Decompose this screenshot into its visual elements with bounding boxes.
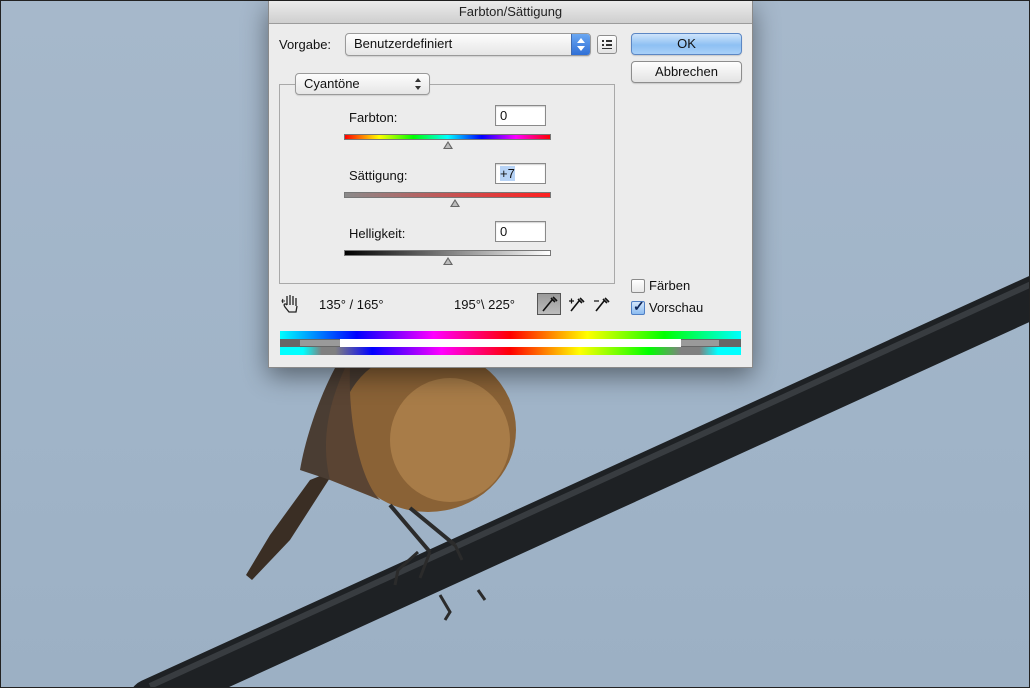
saturation-slider-track[interactable] bbox=[344, 192, 551, 198]
hue-label: Farbton: bbox=[349, 110, 398, 125]
preset-value: Benutzerdefiniert bbox=[354, 36, 453, 51]
saturation-field[interactable]: +7 bbox=[495, 163, 546, 184]
lightness-field[interactable]: 0 bbox=[495, 221, 546, 242]
options-list-icon[interactable] bbox=[597, 35, 617, 54]
range-right-readout: 195°\ 225° bbox=[454, 297, 516, 312]
hue-slider-track[interactable] bbox=[344, 134, 551, 140]
channel-value: Cyantöne bbox=[304, 76, 360, 91]
preset-label: Vorgabe: bbox=[279, 37, 332, 52]
preset-select[interactable]: Benutzerdefiniert bbox=[345, 33, 591, 56]
lightness-slider-thumb[interactable] bbox=[442, 257, 453, 265]
range-right-handle[interactable] bbox=[681, 340, 719, 346]
eyedropper-icon[interactable] bbox=[537, 293, 561, 315]
colorize-checkbox[interactable] bbox=[631, 279, 645, 293]
eyedropper-minus-icon[interactable] bbox=[591, 294, 613, 314]
cancel-button[interactable]: Abbrechen bbox=[631, 61, 742, 83]
eyedropper-plus-icon[interactable] bbox=[566, 294, 588, 314]
hue-saturation-dialog: Farbton/Sättigung Vorgabe: Benutzerdefin… bbox=[268, 1, 753, 368]
dialog-title: Farbton/Sättigung bbox=[269, 1, 752, 24]
range-left-handle[interactable] bbox=[300, 340, 340, 346]
channel-select[interactable]: Cyantöne bbox=[295, 73, 430, 95]
preview-checkbox[interactable]: ✓ bbox=[631, 298, 645, 315]
source-color-bar bbox=[280, 331, 741, 339]
preview-label: Vorschau bbox=[649, 300, 704, 315]
hand-target-icon[interactable] bbox=[281, 293, 301, 315]
checkmark-icon: ✓ bbox=[633, 298, 645, 314]
ok-button[interactable]: OK bbox=[631, 33, 742, 55]
lightness-label: Helligkeit: bbox=[349, 226, 406, 241]
saturation-label: Sättigung: bbox=[349, 168, 408, 183]
hue-field[interactable]: 0 bbox=[495, 105, 546, 126]
result-color-bar bbox=[280, 347, 741, 355]
colorize-label: Färben bbox=[649, 278, 691, 293]
lightness-slider-track[interactable] bbox=[344, 250, 551, 256]
range-left-readout: 135° / 165° bbox=[319, 297, 384, 312]
saturation-value: +7 bbox=[500, 166, 515, 181]
hue-slider-thumb[interactable] bbox=[442, 141, 453, 149]
range-selector[interactable] bbox=[280, 339, 741, 347]
select-arrows-icon bbox=[415, 78, 423, 90]
saturation-slider-thumb[interactable] bbox=[449, 199, 460, 207]
select-arrows-icon bbox=[571, 34, 590, 55]
